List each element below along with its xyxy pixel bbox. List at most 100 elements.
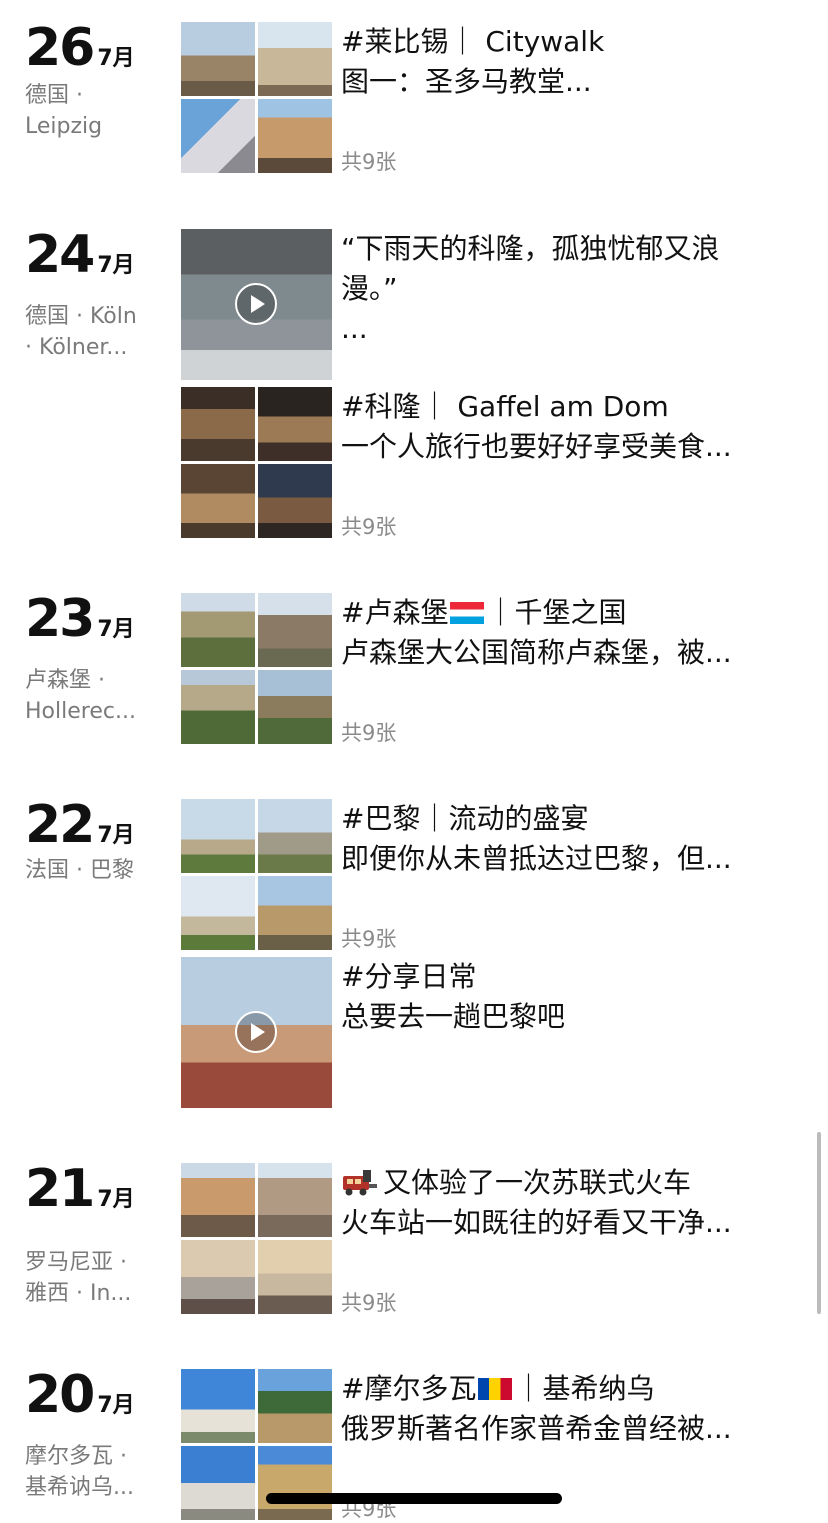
date-month: 7月 — [97, 253, 135, 278]
post-caption[interactable]: #摩尔多瓦 ｜基希纳乌 俄罗斯著名作家普希金曾经被... — [341, 1369, 796, 1449]
date-month: 7月 — [97, 823, 135, 848]
video-thumbnail[interactable] — [181, 229, 332, 380]
video-post[interactable]: #分享日常 总要去一趟巴黎吧 — [181, 957, 801, 1108]
photo-thumbnail — [258, 387, 332, 461]
train-icon — [343, 1170, 377, 1196]
post-caption[interactable]: 又体验了一次苏联式火车 火车站一如既往的好看又干净... — [341, 1163, 796, 1243]
caption-hashtag: #卢森堡 — [341, 596, 449, 629]
date-day: 26 — [25, 18, 95, 78]
photo-thumbnail — [258, 1446, 332, 1520]
photo-thumbnail — [181, 670, 255, 744]
caption-line: 又体验了一次苏联式火车 — [341, 1163, 796, 1203]
photo-grid[interactable] — [181, 1163, 332, 1314]
date-day: 22 — [25, 795, 95, 855]
post-caption[interactable]: “下雨天的科隆，孤独忧郁又浪 漫。” ... — [341, 229, 796, 349]
date: 21 7月 — [25, 1163, 135, 1215]
location-label[interactable]: 德国 · Köln · Kölner... — [25, 301, 165, 363]
photo-count: 共9张 — [341, 515, 397, 539]
post-caption[interactable]: #分享日常 总要去一趟巴黎吧 — [341, 957, 796, 1037]
photo-thumbnail — [258, 593, 332, 667]
date-month: 7月 — [97, 46, 135, 71]
photo-grid[interactable] — [181, 799, 332, 950]
date: 20 7月 — [25, 1369, 135, 1421]
photo-thumbnail — [181, 22, 255, 96]
post-caption[interactable]: #莱比锡｜ Citywalk 图一：圣多马教堂... — [341, 22, 796, 102]
photo-grid[interactable] — [181, 22, 332, 173]
date-month: 7月 — [97, 617, 135, 642]
post-item[interactable]: #巴黎｜流动的盛宴 即便你从未曾抵达过巴黎，但... 共9张 — [181, 799, 801, 951]
scrollbar[interactable] — [817, 1132, 821, 1314]
photo-thumbnail — [181, 1163, 255, 1237]
caption-line: ... — [341, 312, 368, 345]
location-label[interactable]: 法国 · 巴黎 — [25, 855, 165, 886]
post-item[interactable]: #卢森堡 ｜千堡之国 卢森堡大公国简称卢森堡，被... 共9张 — [181, 593, 801, 745]
play-icon[interactable] — [235, 1011, 277, 1053]
photo-thumbnail — [181, 1446, 255, 1520]
post-caption[interactable]: #科隆｜ Gaffel am Dom 一个人旅行也要好好享受美食... — [341, 387, 796, 467]
home-indicator[interactable] — [266, 1493, 562, 1504]
post-item[interactable]: #莱比锡｜ Citywalk 图一：圣多马教堂... 共9张 — [181, 22, 801, 174]
caption-line: #卢森堡 ｜千堡之国 — [341, 593, 796, 633]
play-icon[interactable] — [235, 283, 277, 325]
caption-line: 总要去一趟巴黎吧 — [341, 1000, 566, 1033]
date: 23 7月 — [25, 593, 135, 645]
caption-text: 又体验了一次苏联式火车 — [383, 1166, 692, 1199]
photo-thumbnail — [181, 464, 255, 538]
location-line: 德国 · — [25, 83, 83, 108]
photo-thumbnail — [258, 1240, 332, 1314]
location-line: · Kölner... — [25, 335, 128, 360]
caption-line: #莱比锡｜ Citywalk — [341, 25, 605, 58]
caption-line: #分享日常 — [341, 960, 477, 993]
caption-line: 俄罗斯著名作家普希金曾经被... — [341, 1412, 732, 1445]
date-day: 23 — [25, 589, 95, 649]
caption-line: 卢森堡大公国简称卢森堡，被... — [341, 636, 732, 669]
caption-line: 漫。” — [341, 272, 398, 305]
photo-thumbnail — [181, 1369, 255, 1443]
caption-line: #摩尔多瓦 ｜基希纳乌 — [341, 1369, 796, 1409]
photo-count: 共9张 — [341, 721, 397, 745]
post-caption[interactable]: #巴黎｜流动的盛宴 即便你从未曾抵达过巴黎，但... — [341, 799, 796, 879]
video-post[interactable]: “下雨天的科隆，孤独忧郁又浪 漫。” ... — [181, 229, 801, 380]
photo-thumbnail — [258, 799, 332, 873]
photo-count: 共9张 — [341, 927, 397, 951]
photo-thumbnail — [181, 593, 255, 667]
photo-thumbnail — [181, 387, 255, 461]
luxembourg-flag-icon — [450, 602, 485, 624]
caption-hashtag: #摩尔多瓦 — [341, 1372, 477, 1405]
location-label[interactable]: 卢森堡 · Hollerec... — [25, 665, 165, 727]
video-thumbnail[interactable] — [181, 957, 332, 1108]
caption-subtitle: ｜基希纳乌 — [514, 1372, 655, 1405]
location-line: 摩尔多瓦 · — [25, 1444, 127, 1469]
location-label[interactable]: 德国 · Leipzig — [25, 80, 165, 142]
photo-grid[interactable] — [181, 387, 332, 538]
photo-thumbnail — [181, 1240, 255, 1314]
location-line: 基希讷乌... — [25, 1475, 134, 1500]
post-item[interactable]: 又体验了一次苏联式火车 火车站一如既往的好看又干净... 共9张 — [181, 1163, 801, 1315]
moldova-flag-icon — [478, 1378, 513, 1400]
caption-line: 即便你从未曾抵达过巴黎，但... — [341, 842, 732, 875]
date-month: 7月 — [97, 1187, 135, 1212]
photo-thumbnail — [258, 876, 332, 950]
location-line: 罗马尼亚 · — [25, 1250, 127, 1275]
date: 24 7月 — [25, 229, 135, 281]
post-caption[interactable]: #卢森堡 ｜千堡之国 卢森堡大公国简称卢森堡，被... — [341, 593, 796, 673]
date-day: 20 — [25, 1365, 95, 1425]
photo-thumbnail — [181, 799, 255, 873]
caption-line: #科隆｜ Gaffel am Dom — [341, 390, 669, 423]
caption-line: 一个人旅行也要好好享受美食... — [341, 430, 732, 463]
location-line: 卢森堡 · — [25, 668, 105, 693]
photo-grid[interactable] — [181, 593, 332, 744]
photo-thumbnail — [258, 1369, 332, 1443]
photo-thumbnail — [258, 1163, 332, 1237]
post-item[interactable]: #科隆｜ Gaffel am Dom 一个人旅行也要好好享受美食... 共9张 — [181, 387, 801, 539]
photo-thumbnail — [258, 670, 332, 744]
caption-line: “下雨天的科隆，孤独忧郁又浪 — [341, 232, 720, 265]
location-label[interactable]: 摩尔多瓦 · 基希讷乌... — [25, 1441, 165, 1503]
location-label[interactable]: 罗马尼亚 · 雅西 · In... — [25, 1247, 165, 1309]
photo-thumbnail — [258, 464, 332, 538]
caption-line: 图一：圣多马教堂... — [341, 65, 592, 98]
location-line: Leipzig — [25, 114, 103, 139]
date: 26 7月 — [25, 22, 135, 74]
location-line: 雅西 · In... — [25, 1281, 132, 1306]
date: 22 7月 — [25, 799, 135, 851]
